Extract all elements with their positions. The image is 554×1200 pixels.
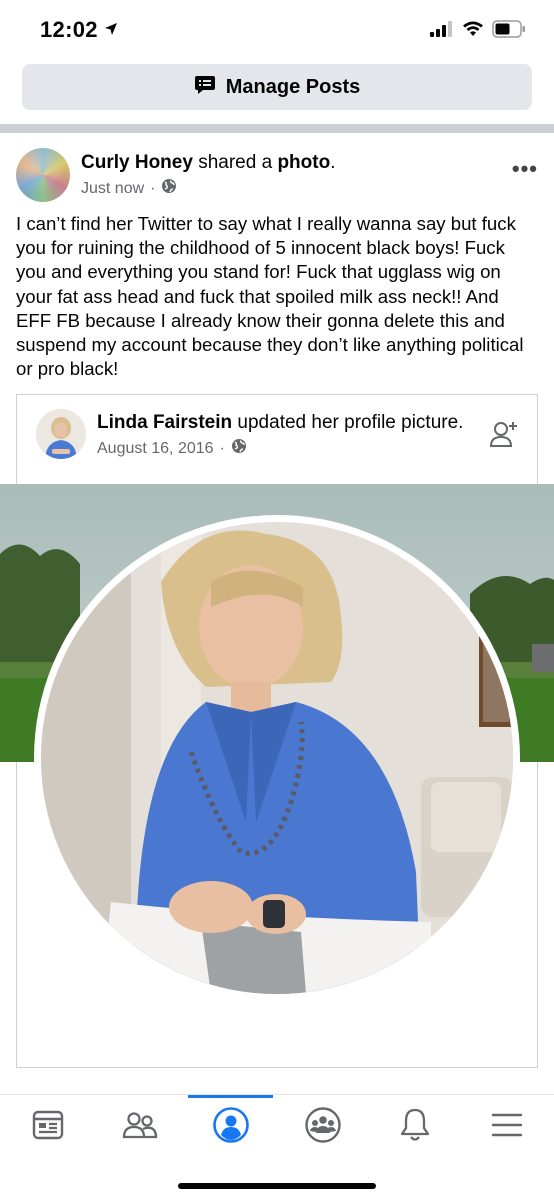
news-feed-icon: [31, 1108, 65, 1147]
add-friend-icon[interactable]: [489, 419, 519, 454]
nav-menu[interactable]: [461, 1095, 553, 1159]
signal-icon: [430, 21, 454, 42]
post-action-prefix: shared a: [198, 152, 273, 173]
post-meta: Just now ·: [81, 178, 177, 199]
shared-action: updated her profile picture.: [237, 412, 464, 433]
nav-notifications[interactable]: [369, 1095, 461, 1159]
shared-meta: August 16, 2016 ·: [97, 438, 247, 459]
manage-posts-label: Manage Posts: [225, 75, 361, 98]
clock-text: 12:02: [40, 17, 98, 42]
location-arrow-icon: [104, 16, 118, 42]
shared-author-name[interactable]: Linda Fairstein: [97, 412, 232, 433]
nav-groups[interactable]: [277, 1095, 369, 1159]
post-text: I can’t find her Twitter to say what I r…: [16, 213, 524, 380]
nav-friends[interactable]: [94, 1095, 186, 1159]
feed-separator: [0, 124, 554, 133]
home-indicator[interactable]: [178, 1183, 376, 1189]
globe-icon: [231, 438, 247, 459]
post-action-suffix: .: [330, 152, 336, 173]
author-name[interactable]: Curly Honey: [81, 152, 193, 173]
author-avatar[interactable]: [16, 148, 70, 202]
friends-icon: [121, 1108, 159, 1147]
nav-news-feed[interactable]: [2, 1095, 94, 1159]
chat-list-icon: [194, 74, 216, 101]
wifi-icon: [462, 21, 484, 42]
notifications-icon: [398, 1107, 432, 1148]
profile-photo: [41, 522, 513, 994]
shared-post-header: Linda Fairstein updated her profile pict…: [17, 395, 537, 485]
status-time: 12:02: [40, 16, 118, 43]
groups-icon: [304, 1106, 342, 1149]
nav-profile[interactable]: [185, 1095, 277, 1159]
meta-dot: ·: [150, 179, 156, 197]
status-bar: 12:02: [0, 0, 554, 60]
profile-icon: [212, 1106, 250, 1149]
bottom-navigation: [0, 1094, 554, 1158]
post-action-object[interactable]: photo: [277, 152, 330, 173]
shared-title: Linda Fairstein updated her profile pict…: [97, 412, 463, 434]
status-icons: [430, 20, 526, 43]
more-options-icon[interactable]: •••: [512, 156, 538, 182]
post-header: Curly Honey shared a photo. Just now · •…: [0, 148, 554, 206]
profile-picture[interactable]: [34, 515, 520, 1001]
battery-icon: [492, 20, 526, 43]
shared-author-avatar[interactable]: [36, 409, 86, 459]
globe-icon: [161, 178, 177, 199]
shared-date[interactable]: August 16, 2016: [97, 440, 214, 458]
post-title: Curly Honey shared a photo.: [81, 152, 335, 174]
meta-dot: ·: [219, 439, 225, 457]
menu-icon: [491, 1111, 523, 1144]
post-time[interactable]: Just now: [81, 180, 144, 198]
manage-posts-bar: Manage Posts: [0, 60, 554, 120]
manage-posts-button[interactable]: Manage Posts: [22, 64, 532, 110]
